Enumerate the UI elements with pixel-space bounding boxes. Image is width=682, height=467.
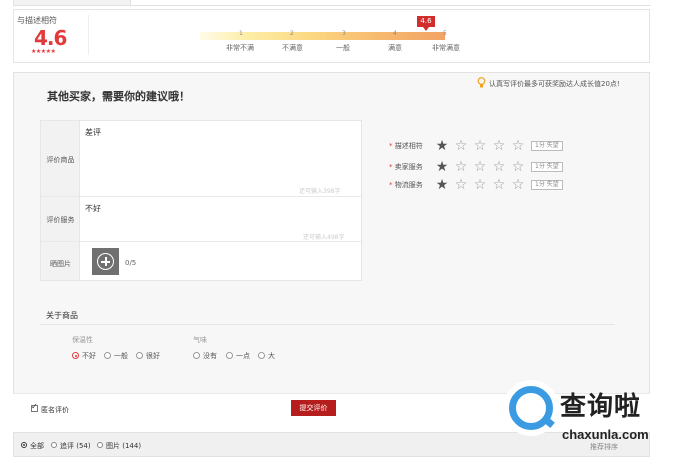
filter-radio[interactable]: [21, 442, 27, 448]
scale-label: 一般: [336, 44, 350, 52]
rating-star-icon[interactable]: ☆: [511, 178, 525, 192]
scale-label: 不满意: [282, 44, 303, 52]
attribute-radio[interactable]: [258, 352, 265, 359]
sort-dropdown[interactable]: 推荐排序: [590, 442, 618, 452]
rating-star-icon[interactable]: ☆: [454, 160, 468, 174]
watermark-domain: chaxunla.com: [562, 427, 649, 442]
row-divider: [41, 196, 361, 197]
top-tab[interactable]: [13, 0, 131, 6]
rating-star-icon[interactable]: ☆: [473, 139, 487, 153]
attribute-label-insulation: 保温性: [72, 336, 93, 344]
filter-option-label: 追评 (54): [60, 442, 91, 450]
about-divider: [40, 324, 615, 325]
summary-score: 4.6: [34, 26, 67, 50]
rating-label: 描述相符: [394, 142, 423, 150]
search-bubble-icon: [509, 386, 553, 430]
rating-star-icon[interactable]: ☆: [473, 160, 487, 174]
scale-tick: 3: [342, 30, 346, 37]
rating-star-icon[interactable]: ★: [435, 178, 449, 192]
service-char-counter: 还可输入498字: [303, 234, 345, 241]
rating-star-icon[interactable]: ☆: [511, 139, 525, 153]
scale-tick: 1: [239, 30, 243, 37]
submit-review-button[interactable]: 提交评价: [291, 400, 336, 416]
service-review-label: 评价服务: [46, 216, 75, 224]
attribute-option-label: 很好: [146, 352, 160, 360]
review-form: [40, 120, 362, 281]
rating-star-icon[interactable]: ☆: [492, 160, 506, 174]
rating-star-icon[interactable]: ☆: [454, 139, 468, 153]
lightbulb-icon: [477, 77, 486, 88]
summary-stars: ★★★★★: [31, 48, 56, 55]
anonymous-label: 匿名评价: [41, 406, 69, 414]
attribute-radio[interactable]: [136, 352, 143, 359]
filter-radio[interactable]: [97, 442, 103, 448]
page-title: 其他买家，需要你的建议哦！: [47, 90, 190, 103]
rating-star-icon[interactable]: ☆: [454, 178, 468, 192]
rating-scale-bar: [200, 32, 445, 40]
summary-divider: [88, 15, 89, 55]
service-review-textarea[interactable]: 不好: [85, 203, 101, 214]
attribute-option-label: 一般: [114, 352, 128, 360]
scale-tick: 4: [393, 30, 397, 37]
tip-text: 认真写评价最多可获奖励达人成长值20点!: [489, 80, 620, 88]
scale-label: 非常不满: [226, 44, 254, 52]
form-label-column: [41, 121, 80, 280]
score-marker: 4.6: [417, 16, 435, 27]
summary-title: 与描述相符: [17, 16, 57, 25]
photo-count: 0/5: [125, 259, 137, 267]
product-review-label: 评价商品: [46, 156, 75, 164]
watermark-logo-text: 查询啦: [560, 392, 642, 422]
rating-star-icon[interactable]: ☆: [492, 139, 506, 153]
rating-star-icon[interactable]: ☆: [473, 178, 487, 192]
attribute-option-label: 不好: [82, 352, 96, 360]
rating-star-icon[interactable]: ☆: [492, 178, 506, 192]
photo-label: 晒图片: [50, 260, 71, 268]
rating-star-icon[interactable]: ★: [435, 139, 449, 153]
attribute-radio[interactable]: [104, 352, 111, 359]
filter-option-label: 图片 (144): [106, 442, 142, 450]
attribute-option-label: 没有: [203, 352, 217, 360]
attribute-option-label: 一点: [236, 352, 250, 360]
rating-score-tag: 1分 失望: [531, 162, 563, 172]
rating-score-tag: 1分 失望: [531, 141, 563, 151]
attribute-label-smell: 气味: [193, 336, 207, 344]
rating-label: 物流服务: [394, 181, 423, 189]
rating-label: 卖家服务: [394, 163, 423, 171]
score-marker-pointer: [423, 27, 429, 31]
scale-label: 满意: [388, 44, 402, 52]
rating-star-icon[interactable]: ★: [435, 160, 449, 174]
top-divider: [131, 5, 651, 6]
attribute-radio[interactable]: [193, 352, 200, 359]
product-char-counter: 还可输入398字: [299, 188, 341, 195]
attribute-radio[interactable]: [226, 352, 233, 359]
scale-tick: 5: [443, 30, 447, 37]
filter-option-label: 全部: [30, 442, 44, 450]
rating-star-icon[interactable]: ☆: [511, 160, 525, 174]
anonymous-checkbox[interactable]: [31, 402, 38, 412]
scale-tick: 2: [290, 30, 294, 37]
about-product-title: 关于商品: [46, 311, 78, 320]
scale-label: 非常满意: [432, 44, 460, 52]
product-review-textarea[interactable]: 差评: [85, 127, 101, 138]
rating-score-tag: 1分 失望: [531, 180, 563, 190]
attribute-radio[interactable]: [72, 352, 79, 359]
attribute-option-label: 大: [268, 352, 275, 360]
filter-radio[interactable]: [51, 442, 57, 448]
row-divider: [41, 241, 361, 242]
add-photo-button[interactable]: [92, 248, 119, 275]
